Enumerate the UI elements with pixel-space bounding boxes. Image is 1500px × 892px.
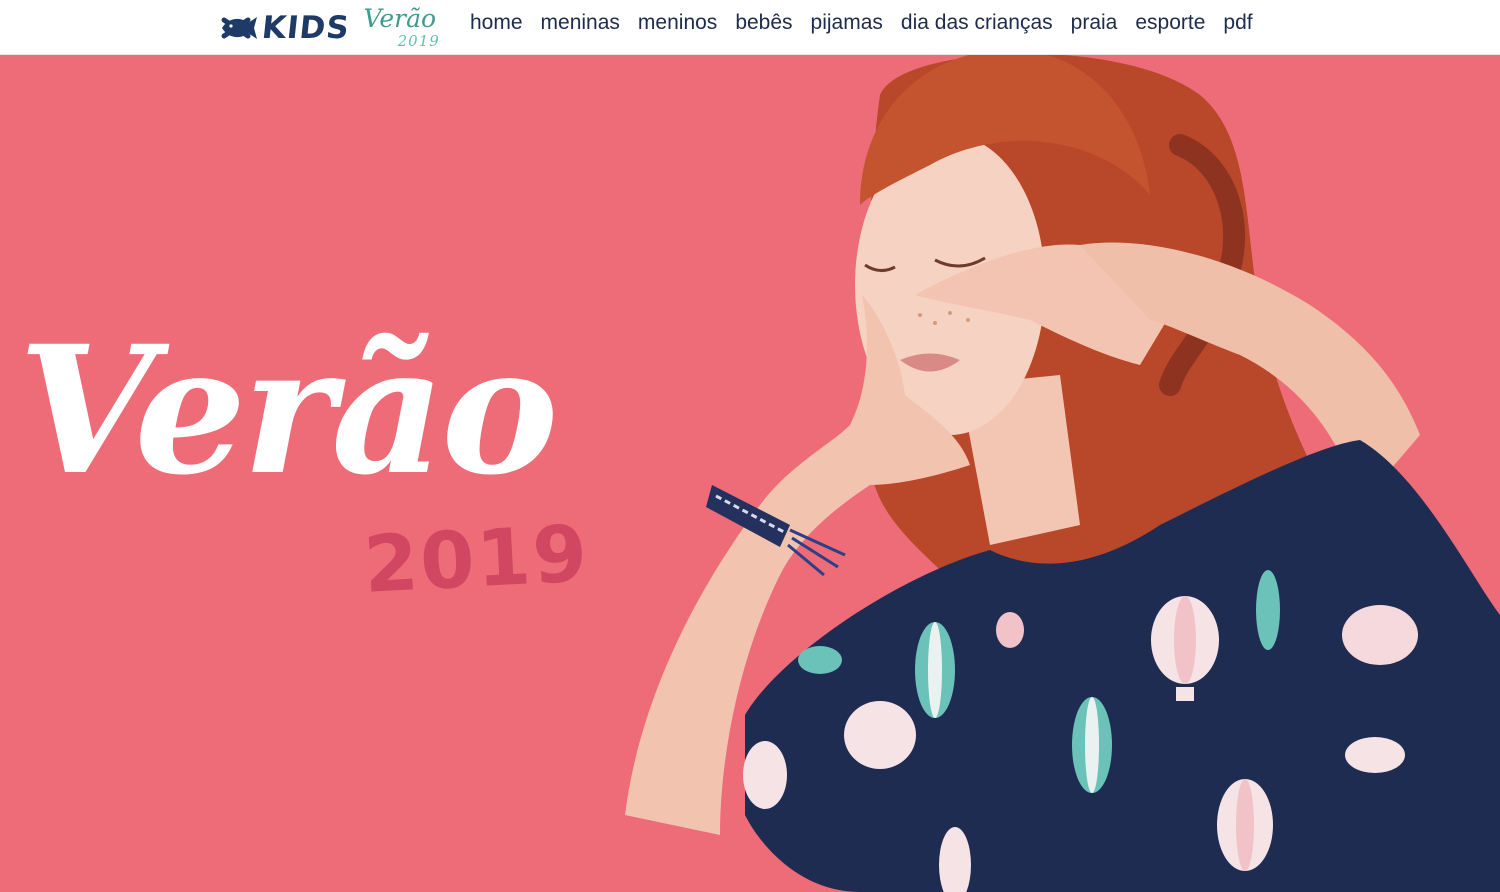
hero-banner[interactable]: Verão 2019 [0, 55, 1500, 892]
nav-link-esporte[interactable]: esporte [1135, 11, 1205, 35]
brand-kids-wordmark: KIDS [260, 10, 352, 46]
nav-link-pdf[interactable]: pdf [1223, 11, 1252, 35]
brand-logo-link[interactable]: KIDS Verão 2019 [218, 4, 446, 50]
brand-season-word: Verão [363, 4, 437, 33]
hero-title: Verão [18, 307, 559, 514]
nav-link-praia[interactable]: praia [1071, 11, 1118, 35]
nav-link-pijamas[interactable]: pijamas [811, 11, 883, 35]
nav-link-dia-das-criancas[interactable]: dia das crianças [901, 11, 1053, 35]
nav-link-meninas[interactable]: meninas [541, 11, 620, 35]
fish-logo-icon [221, 17, 257, 39]
nav-link-bebes[interactable]: bebês [735, 11, 792, 35]
hero-year: 2019 [361, 509, 592, 611]
nav-link-home[interactable]: home [470, 11, 523, 35]
brand-season-badge: Verão 2019 [363, 4, 446, 50]
main-nav: home meninas meninos bebês pijamas dia d… [470, 11, 1253, 35]
top-navigation-bar: KIDS Verão 2019 home meninas meninos beb… [0, 0, 1500, 55]
nav-link-meninos[interactable]: meninos [638, 11, 717, 35]
page: KIDS Verão 2019 home meninas meninos beb… [0, 0, 1500, 892]
brand-season-year: 2019 [397, 32, 440, 50]
